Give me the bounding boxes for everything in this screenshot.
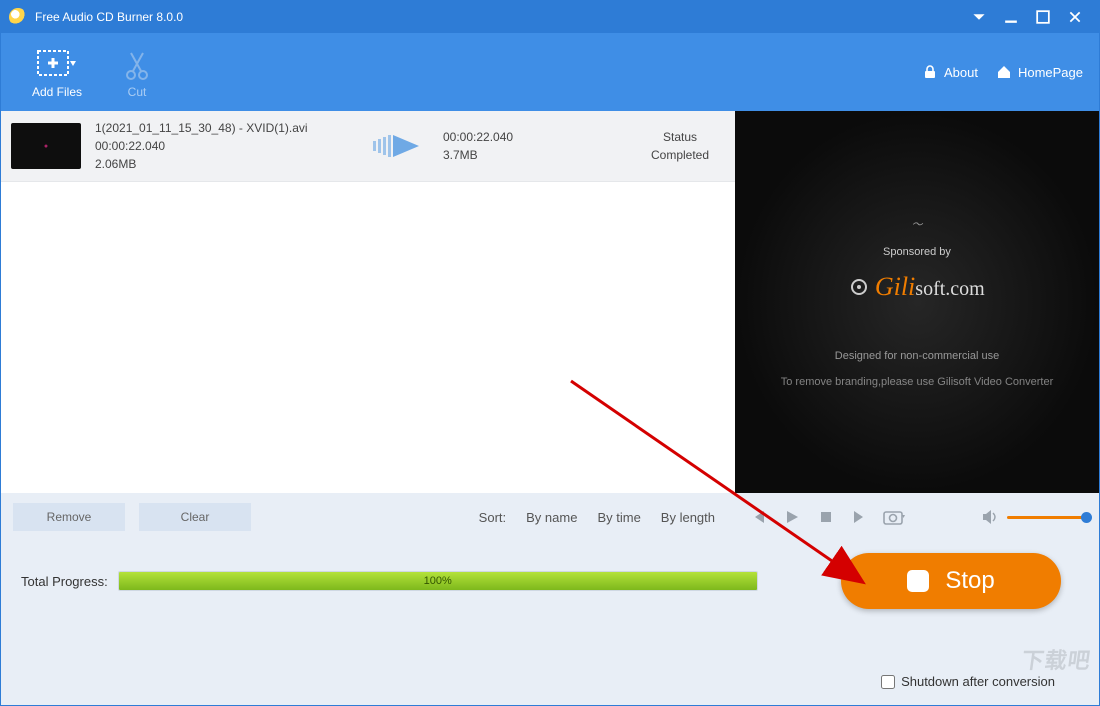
file-out-duration: 00:00:22.040 — [443, 128, 563, 146]
preview-panel: ～ Sponsored by Gilisoft.com Designed for… — [735, 111, 1099, 541]
sort-by-time[interactable]: By time — [597, 510, 640, 525]
stop-icon — [907, 570, 929, 592]
homepage-label: HomePage — [1018, 65, 1083, 80]
lock-icon — [922, 64, 938, 80]
file-meta: 1(2021_01_11_15_30_48) - XVID(1).avi 00:… — [95, 119, 355, 173]
total-progress-label: Total Progress: — [21, 574, 108, 589]
brand-dotcom: .com — [945, 278, 984, 300]
brand-soft: soft — [915, 278, 945, 300]
main-toolbar: Add Files Cut About HomePage — [1, 33, 1099, 111]
sort-label: Sort: — [479, 510, 506, 525]
cut-button: Cut — [97, 37, 177, 107]
sponsored-label: Sponsored by — [883, 246, 951, 258]
volume-control[interactable] — [917, 509, 1087, 525]
progress-bar: 100% — [118, 571, 758, 591]
file-status-value: Completed — [635, 146, 725, 164]
preview-line1: Designed for non-commercial use — [835, 350, 999, 362]
dropdown-button[interactable] — [963, 5, 995, 29]
bottom-panel: Total Progress: 100% Stop Shutdown after… — [1, 541, 1099, 705]
app-icon — [9, 8, 27, 26]
window-title: Free Audio CD Burner 8.0.0 — [35, 10, 963, 24]
play-button[interactable] — [781, 506, 803, 528]
preview-controls — [735, 493, 1099, 541]
volume-slider[interactable] — [1007, 516, 1087, 519]
preview-video: ～ Sponsored by Gilisoft.com Designed for… — [735, 111, 1099, 493]
stop-preview-button[interactable] — [815, 506, 837, 528]
close-button[interactable] — [1059, 5, 1091, 29]
about-link[interactable]: About — [922, 64, 978, 80]
volume-icon — [981, 509, 999, 525]
file-in-size: 2.06MB — [95, 155, 355, 173]
add-files-icon — [36, 45, 78, 85]
file-out-size: 3.7MB — [443, 146, 563, 164]
shutdown-checkbox-row[interactable]: Shutdown after conversion — [881, 674, 1055, 689]
shutdown-label: Shutdown after conversion — [901, 674, 1055, 689]
content-area: ● 1(2021_01_11_15_30_48) - XVID(1).avi 0… — [1, 111, 1099, 541]
file-column: ● 1(2021_01_11_15_30_48) - XVID(1).avi 0… — [1, 111, 735, 541]
homepage-link[interactable]: HomePage — [996, 64, 1083, 80]
sort-group: Sort: By name By time By length — [479, 510, 723, 525]
file-name: 1(2021_01_11_15_30_48) - XVID(1).avi — [95, 119, 355, 137]
convert-arrow-icon — [369, 133, 429, 159]
preview-line2: To remove branding,please use Gilisoft V… — [781, 376, 1054, 388]
remove-button[interactable]: Remove — [13, 503, 125, 531]
cut-icon — [121, 45, 153, 85]
maximize-button[interactable] — [1027, 5, 1059, 29]
brand-gili: Gili — [875, 272, 915, 301]
file-thumbnail: ● — [11, 123, 81, 169]
about-label: About — [944, 65, 978, 80]
minimize-button[interactable] — [995, 5, 1027, 29]
list-footer: Remove Clear Sort: By name By time By le… — [1, 493, 735, 541]
prev-button[interactable] — [747, 506, 769, 528]
stop-button[interactable]: Stop — [841, 553, 1061, 609]
file-output: 00:00:22.040 3.7MB — [443, 128, 563, 164]
snapshot-button[interactable] — [883, 506, 905, 528]
gear-icon — [849, 277, 869, 297]
sort-by-length[interactable]: By length — [661, 510, 715, 525]
next-button[interactable] — [849, 506, 871, 528]
file-row[interactable]: ● 1(2021_01_11_15_30_48) - XVID(1).avi 0… — [1, 111, 735, 182]
stop-label: Stop — [945, 567, 994, 595]
shutdown-checkbox[interactable] — [881, 675, 895, 689]
cut-label: Cut — [128, 85, 147, 99]
add-files-label: Add Files — [32, 85, 82, 99]
brand-logo: Gilisoft.com — [849, 272, 984, 302]
file-list: ● 1(2021_01_11_15_30_48) - XVID(1).avi 0… — [1, 111, 735, 493]
sort-by-name[interactable]: By name — [526, 510, 577, 525]
file-in-duration: 00:00:22.040 — [95, 137, 355, 155]
file-status: Status Completed — [635, 128, 725, 164]
watermark: 下载吧 — [1020, 643, 1094, 675]
file-status-label: Status — [635, 128, 725, 146]
title-bar: Free Audio CD Burner 8.0.0 — [1, 1, 1099, 33]
progress-text: 100% — [424, 575, 452, 587]
add-files-button[interactable]: Add Files — [17, 37, 97, 107]
home-icon — [996, 64, 1012, 80]
clear-button[interactable]: Clear — [139, 503, 251, 531]
